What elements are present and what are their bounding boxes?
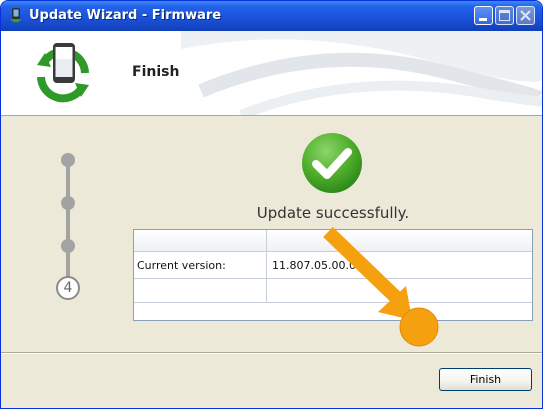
version-table: Current version: 11.807.05.00.00 (133, 229, 533, 321)
status-message: Update successfully. (256, 204, 410, 222)
finish-button[interactable]: Finish (439, 368, 532, 391)
page-title: Finish (132, 64, 180, 80)
checkmark-icon (302, 133, 362, 193)
step-dot (61, 153, 75, 167)
step-dot (61, 239, 75, 253)
maximize-icon[interactable] (495, 6, 514, 25)
phone-sync-icon (37, 43, 89, 103)
version-label: Current version: (137, 259, 226, 272)
progress-stepper: 4 (53, 151, 83, 301)
close-icon[interactable] (516, 6, 535, 25)
table-header-row (134, 230, 532, 252)
step-dot (61, 196, 75, 210)
title-bar[interactable]: Update Wizard - Firmware (1, 1, 542, 31)
wizard-header: Finish (1, 31, 542, 116)
update-wizard-window: Update Wizard - Firmware Finish 4 Update… (0, 0, 543, 409)
table-row: Current version: 11.807.05.00.00 (134, 252, 532, 279)
phone-icon (10, 8, 22, 23)
minimize-icon[interactable] (474, 6, 493, 25)
current-step-indicator: 4 (56, 276, 80, 300)
column-divider (266, 230, 267, 303)
footer-separator (1, 352, 542, 354)
header-swoosh-graphic (181, 31, 542, 115)
table-row (134, 279, 532, 303)
version-value: 11.807.05.00.00 (272, 259, 363, 272)
window-title: Update Wizard - Firmware (29, 8, 222, 23)
stepper-line (66, 159, 70, 279)
